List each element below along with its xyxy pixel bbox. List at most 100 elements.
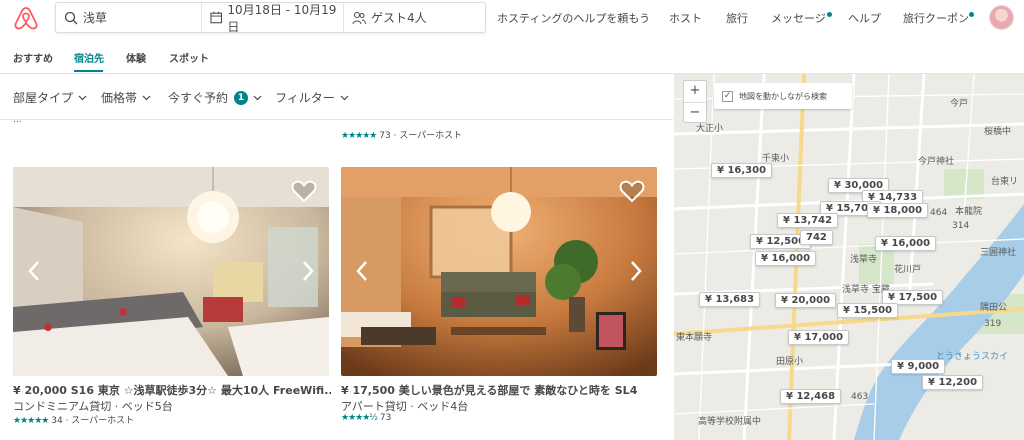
map-label: 浅草寺 [850, 255, 878, 265]
nav-host[interactable]: ホスト [669, 10, 702, 26]
active-tab-indicator [74, 70, 103, 72]
filter-more[interactable]: フィルター [275, 89, 349, 106]
chevron-down-icon [340, 95, 349, 100]
map-label: 今戸 [950, 99, 969, 109]
guests-field[interactable]: ゲスト4人 [343, 3, 485, 32]
category-tabs: おすすめ 宿泊先 体験 スポット [0, 36, 1024, 74]
map-label: 隅田公 [980, 303, 1008, 313]
price-pin[interactable]: ¥ 18,000 [867, 203, 929, 218]
nav-help-host[interactable]: ホスティングのヘルプを頼もう [497, 10, 650, 26]
filter-room-type[interactable]: 部屋タイプ [13, 89, 87, 106]
listing-photo[interactable] [13, 167, 329, 376]
price-pin[interactable]: ¥ 13,683 [699, 292, 761, 307]
listing-card[interactable]: ¥ 20,000 S16 東京 ☆浅草駅徒歩3分☆ 最大10人 FreeWifi… [13, 167, 331, 437]
price-pin[interactable]: ¥ 13,742 [777, 213, 839, 228]
filter-price[interactable]: 価格帯 [101, 89, 151, 106]
location-field[interactable]: 浅草 [56, 3, 201, 32]
zoom-in-button[interactable]: + [684, 81, 706, 102]
price-pin[interactable]: ¥ 16,000 [755, 251, 817, 266]
coupon-notification-dot [969, 12, 974, 17]
map-label: 桜橋中 [984, 127, 1012, 137]
review-count: 34 [51, 416, 63, 426]
search-icon [64, 11, 78, 24]
bedroom-photo [13, 167, 329, 376]
map-label: 田原小 [776, 357, 804, 367]
road-number-label: 464 [930, 208, 948, 218]
listing-card[interactable]: ¥ 17,500 美しい景色が見える部屋で 素敵なひと時を SL4 アパート貸切… [341, 167, 657, 437]
listing-rating: ★★★★½ 73 [341, 413, 391, 423]
price-pin[interactable]: ¥ 9,000 [891, 359, 946, 374]
nav-coupon[interactable]: 旅行クーポン [903, 10, 969, 26]
chevron-down-icon [142, 95, 151, 100]
nav-travel[interactable]: 旅行 [726, 10, 748, 26]
price-pin[interactable]: ¥ 20,000 [775, 293, 837, 308]
search-as-move-toggle[interactable]: ✓ 地図を動かしながら検索 [714, 83, 852, 109]
filter-bar: 部屋タイプ 価格帯 今すぐ予約 1 フィルター [0, 74, 673, 120]
tab-recommended[interactable]: おすすめ [13, 50, 53, 65]
living-room-photo [341, 167, 657, 376]
guests-value: ゲスト4人 [371, 11, 427, 25]
date-field[interactable]: 10月18日 - 10月19日 [201, 2, 343, 34]
calendar-icon [210, 11, 222, 24]
road-number-label: 319 [984, 319, 1002, 329]
nav-messages[interactable]: メッセージ [771, 10, 826, 26]
chevron-left-icon[interactable] [355, 260, 369, 282]
chevron-right-icon[interactable] [301, 260, 315, 282]
top-header: 浅草 10月18日 - 10月19日 ゲスト4人 ホスティングのヘルプを頼もう … [0, 0, 1024, 36]
listing-title[interactable]: ¥ 20,000 S16 東京 ☆浅草駅徒歩3分☆ 最大10人 FreeWifi… [13, 382, 331, 398]
price-pin[interactable]: ¥ 16,300 [711, 163, 773, 178]
filter-price-label: 価格帯 [101, 91, 138, 105]
guests-icon [352, 11, 366, 24]
nav-help[interactable]: ヘルプ [848, 10, 881, 26]
map-label: 本龍院 [955, 207, 983, 217]
price-pin[interactable]: ¥ 17,000 [788, 330, 850, 345]
filter-room-type-label: 部屋タイプ [13, 91, 74, 105]
map-label: 三囲神社 [980, 248, 1017, 258]
price-pin[interactable]: ¥ 16,000 [875, 236, 937, 251]
search-as-move-checkbox[interactable]: ✓ [722, 90, 733, 102]
chevron-down-icon [253, 95, 262, 100]
price-pin[interactable]: ¥ 12,468 [780, 389, 842, 404]
messages-notification-dot [827, 12, 832, 17]
airbnb-logo-icon[interactable] [12, 6, 40, 30]
filter-instant-book[interactable]: 今すぐ予約 1 [168, 89, 262, 106]
rating-stars: ★★★★★ [13, 416, 49, 426]
listing-subtitle: アパート貸切 · ベッド4台 [341, 400, 469, 413]
road-number-label: 314 [952, 221, 970, 231]
listing-photo[interactable] [341, 167, 657, 376]
results-map[interactable]: + − ✓ 地図を動かしながら検索 大正小 千束小 今戸神社 台東リ 本龍院 今… [674, 74, 1024, 440]
filter-more-label: フィルター [275, 91, 335, 105]
map-label: 東本願寺 [676, 333, 713, 343]
listing-subtitle: コンドミニアム貸切 · ベッド5台 [13, 400, 173, 413]
location-value: 浅草 [83, 11, 108, 25]
previous-row-rating: ★★★★★ 73 · スーパーホスト [341, 131, 463, 141]
zoom-controls: + − [683, 80, 707, 123]
price-pin[interactable]: 742 [800, 230, 833, 245]
tab-spots[interactable]: スポット [169, 50, 209, 65]
tab-stays[interactable]: 宿泊先 [74, 50, 104, 65]
listing-rating: ★★★★★ 34 · スーパーホスト [13, 416, 135, 426]
chevron-left-icon[interactable] [27, 260, 41, 282]
user-avatar[interactable] [989, 5, 1014, 30]
zoom-out-button[interactable]: − [684, 102, 706, 123]
favorite-heart-icon[interactable] [291, 179, 317, 203]
review-count: 73 [379, 413, 392, 423]
filter-count-badge: 1 [234, 90, 249, 105]
chevron-right-icon[interactable] [629, 260, 643, 282]
price-pin[interactable]: ¥ 15,500 [837, 303, 899, 318]
price-pin[interactable]: ¥ 12,200 [922, 375, 984, 390]
dates-value: 10月18日 - 10月19日 [227, 2, 337, 34]
map-label: 今戸神社 [918, 157, 955, 167]
review-count: 73 [379, 131, 391, 141]
favorite-heart-icon[interactable] [619, 179, 645, 203]
superhost-badge: スーパーホスト [399, 131, 463, 141]
tab-experiences[interactable]: 体験 [126, 50, 146, 65]
rating-stars: ★★★★½ [341, 413, 378, 423]
search-bar[interactable]: 浅草 10月18日 - 10月19日 ゲスト4人 [55, 2, 486, 34]
listing-title[interactable]: ¥ 17,500 美しい景色が見える部屋で 素敵なひと時を SL4 [341, 382, 659, 398]
search-as-move-label: 地図を動かしながら検索 [739, 91, 827, 101]
road-number-label: 463 [851, 392, 869, 402]
chevron-down-icon [78, 95, 87, 100]
rating-stars: ★★★★★ [341, 131, 377, 141]
map-label: 花川戸 [894, 265, 922, 275]
